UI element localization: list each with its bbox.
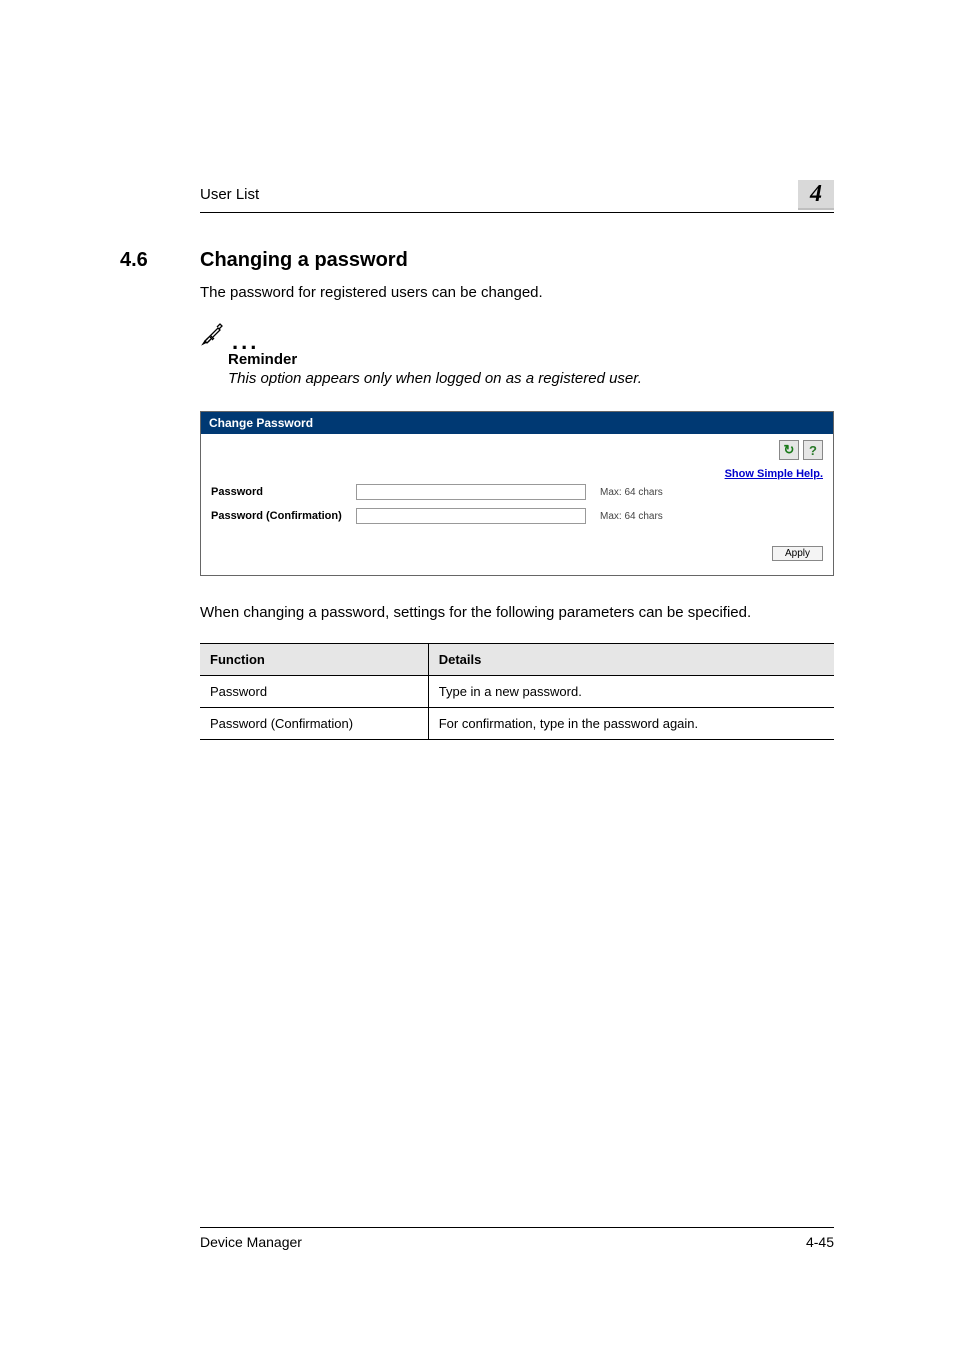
- change-password-panel: Change Password ↻ ? Show Simple Help. Pa…: [200, 411, 834, 576]
- heading-number: 4.6: [120, 249, 200, 272]
- table-header-row: Function Details: [200, 644, 834, 676]
- heading-text: Changing a password: [200, 249, 408, 272]
- reminder-title: Reminder: [228, 351, 834, 368]
- header-title: User List: [200, 186, 259, 203]
- footer-row: Device Manager 4-45: [120, 1234, 834, 1250]
- table-cell-details: For confirmation, type in the password a…: [428, 708, 834, 740]
- ellipsis-icon: ...: [232, 337, 259, 347]
- refresh-icon[interactable]: ↻: [779, 440, 799, 460]
- intro-text: The password for registered users can be…: [200, 284, 834, 301]
- page-footer: Device Manager 4-45: [120, 1227, 834, 1250]
- footer-right: 4-45: [806, 1234, 834, 1250]
- header-rule: [200, 212, 834, 213]
- section-heading: 4.6 Changing a password: [120, 249, 834, 272]
- password-confirm-label: Password (Confirmation): [211, 510, 356, 522]
- panel-title: Change Password: [201, 412, 833, 434]
- help-icon[interactable]: ?: [803, 440, 823, 460]
- chapter-box: 4: [798, 180, 834, 208]
- panel-icons: ↻ ?: [211, 440, 823, 460]
- footer-left: Device Manager: [200, 1234, 302, 1250]
- apply-row: Apply: [211, 546, 823, 561]
- table-header-function: Function: [200, 644, 428, 676]
- page-header: User List 4: [120, 180, 834, 208]
- password-confirm-hint: Max: 64 chars: [600, 511, 663, 522]
- reminder-block: Reminder This option appears only when l…: [228, 351, 834, 387]
- note-icon-row: ...: [200, 321, 834, 347]
- password-confirm-input[interactable]: [356, 508, 586, 524]
- pen-icon: [200, 321, 226, 347]
- password-row: Password Max: 64 chars: [211, 484, 823, 500]
- password-label: Password: [211, 486, 356, 498]
- document-page: User List 4 4.6 Changing a password The …: [0, 0, 954, 1350]
- password-hint: Max: 64 chars: [600, 487, 663, 498]
- footer-rule: [200, 1227, 834, 1228]
- table-row: Password Type in a new password.: [200, 676, 834, 708]
- apply-button[interactable]: Apply: [772, 546, 823, 561]
- form-area: Password Max: 64 chars Password (Confirm…: [211, 484, 823, 524]
- password-input[interactable]: [356, 484, 586, 500]
- table-header-details: Details: [428, 644, 834, 676]
- show-simple-help-link[interactable]: Show Simple Help.: [725, 468, 823, 480]
- parameters-table: Function Details Password Type in a new …: [200, 643, 834, 740]
- table-cell-function: Password: [200, 676, 428, 708]
- after-text: When changing a password, settings for t…: [200, 602, 834, 623]
- password-confirm-row: Password (Confirmation) Max: 64 chars: [211, 508, 823, 524]
- help-link-row: Show Simple Help.: [211, 464, 823, 482]
- reminder-text: This option appears only when logged on …: [228, 370, 834, 387]
- table-cell-function: Password (Confirmation): [200, 708, 428, 740]
- panel-body: ↻ ? Show Simple Help. Password Max: 64 c…: [201, 434, 833, 575]
- table-cell-details: Type in a new password.: [428, 676, 834, 708]
- table-row: Password (Confirmation) For confirmation…: [200, 708, 834, 740]
